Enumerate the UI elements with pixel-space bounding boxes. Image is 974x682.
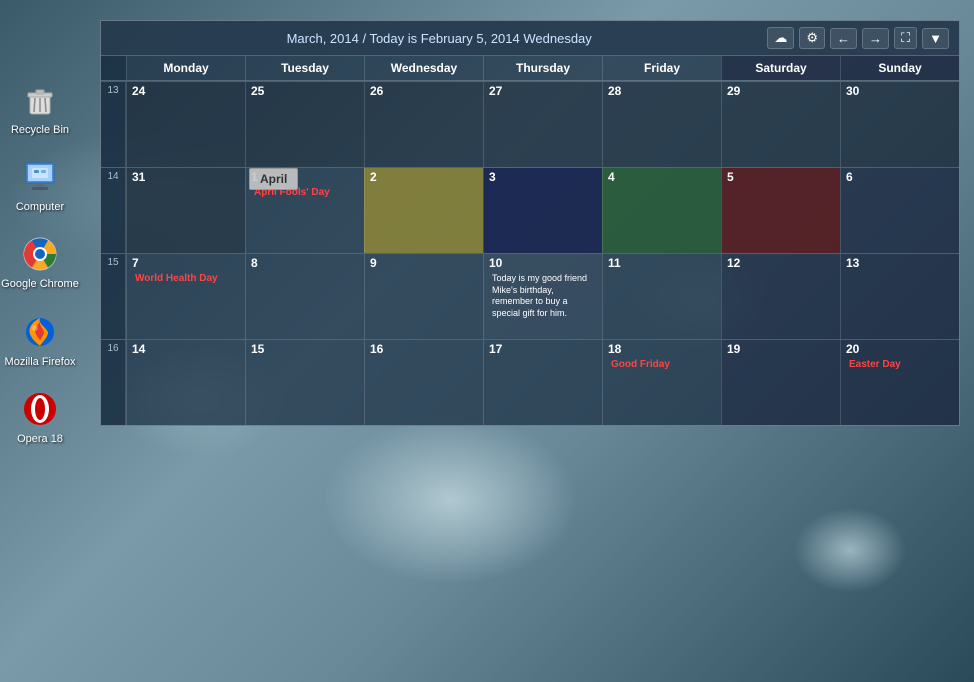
- april-month-popup: April: [249, 168, 298, 190]
- event-mike-birthday[interactable]: Today is my good friend Mike's birthday,…: [489, 272, 597, 321]
- menu-button[interactable]: ▼: [922, 28, 949, 49]
- settings-button[interactable]: ⚙: [799, 27, 825, 49]
- google-chrome-label: Google Chrome: [1, 278, 79, 291]
- calendar-header: March, 2014 / Today is February 5, 2014 …: [101, 21, 959, 56]
- week-num-16: 16: [101, 340, 126, 425]
- desktop-icons-container: Recycle Bin Computer: [0, 60, 80, 446]
- event-easter-day[interactable]: Easter Day: [846, 358, 954, 371]
- calendar-title: March, 2014 / Today is February 5, 2014 …: [111, 31, 767, 46]
- google-chrome-icon[interactable]: Google Chrome: [1, 234, 79, 291]
- week-num-header: [101, 56, 126, 80]
- cal-cell-apr9[interactable]: 9: [364, 254, 483, 339]
- week-num-13: 13: [101, 82, 126, 167]
- cal-cell-apr2[interactable]: 2: [364, 168, 483, 253]
- recycle-bin-label: Recycle Bin: [11, 124, 69, 137]
- calendar-controls: ☁ ⚙ ← → ⛶ ▼: [767, 27, 949, 49]
- next-button[interactable]: →: [862, 28, 889, 49]
- cal-cell-apr15[interactable]: 15: [245, 340, 364, 425]
- cal-cell-feb30[interactable]: 30: [840, 82, 959, 167]
- recycle-bin-icon[interactable]: Recycle Bin: [11, 80, 69, 137]
- day-header-wednesday: Wednesday: [364, 56, 483, 80]
- computer-label: Computer: [16, 201, 64, 214]
- day-header-sunday: Sunday: [840, 56, 959, 80]
- cal-cell-apr6[interactable]: 6: [840, 168, 959, 253]
- cal-cell-apr7[interactable]: 7 World Health Day: [126, 254, 245, 339]
- calendar-row-week14: April 14 31 1 April Fools' Day 2 3 4 5 6: [101, 167, 959, 253]
- cal-cell-apr18[interactable]: 18 Good Friday: [602, 340, 721, 425]
- calendar-grid: 13 24 25 26 27 28 29 30 April 14 31 1 Ap…: [101, 81, 959, 425]
- mozilla-firefox-icon[interactable]: Mozilla Firefox: [5, 312, 76, 369]
- cal-cell-apr5[interactable]: 5: [721, 168, 840, 253]
- cal-cell-feb27[interactable]: 27: [483, 82, 602, 167]
- expand-button[interactable]: ⛶: [894, 27, 917, 49]
- cal-cell-feb28[interactable]: 28: [602, 82, 721, 167]
- event-world-health-day[interactable]: World Health Day: [132, 272, 240, 285]
- cloud-button[interactable]: ☁: [767, 27, 794, 49]
- day-header-monday: Monday: [126, 56, 245, 80]
- cal-cell-apr16[interactable]: 16: [364, 340, 483, 425]
- cal-cell-feb26[interactable]: 26: [364, 82, 483, 167]
- cal-cell-feb29[interactable]: 29: [721, 82, 840, 167]
- opera-18-label: Opera 18: [17, 433, 63, 446]
- cal-cell-apr11[interactable]: 11: [602, 254, 721, 339]
- day-header-saturday: Saturday: [721, 56, 840, 80]
- cal-cell-apr19[interactable]: 19: [721, 340, 840, 425]
- cal-cell-apr12[interactable]: 12: [721, 254, 840, 339]
- prev-button[interactable]: ←: [830, 28, 857, 49]
- calendar-row-week15: 15 7 World Health Day 8 9 10 Today is my…: [101, 253, 959, 339]
- cal-cell-apr3[interactable]: 3: [483, 168, 602, 253]
- opera-18-icon[interactable]: Opera 18: [17, 389, 63, 446]
- cal-cell-apr17[interactable]: 17: [483, 340, 602, 425]
- cal-cell-apr20[interactable]: 20 Easter Day: [840, 340, 959, 425]
- calendar-row-week13: 13 24 25 26 27 28 29 30: [101, 81, 959, 167]
- cal-cell-feb25[interactable]: 25: [245, 82, 364, 167]
- cal-cell-apr10[interactable]: 10 Today is my good friend Mike's birthd…: [483, 254, 602, 339]
- cal-cell-apr8[interactable]: 8: [245, 254, 364, 339]
- cal-cell-apr13[interactable]: 13: [840, 254, 959, 339]
- computer-desktop-icon[interactable]: Computer: [16, 157, 64, 214]
- calendar-day-headers: Monday Tuesday Wednesday Thursday Friday…: [101, 56, 959, 81]
- calendar-row-week16: 16 14 15 16 17 18 Good Friday 19 20 East…: [101, 339, 959, 425]
- week-num-15: 15: [101, 254, 126, 339]
- week-num-14: 14: [101, 168, 126, 253]
- event-good-friday[interactable]: Good Friday: [608, 358, 716, 371]
- day-header-tuesday: Tuesday: [245, 56, 364, 80]
- day-header-friday: Friday: [602, 56, 721, 80]
- cal-cell-apr14[interactable]: 14: [126, 340, 245, 425]
- calendar-widget: March, 2014 / Today is February 5, 2014 …: [100, 20, 960, 426]
- mozilla-firefox-label: Mozilla Firefox: [5, 356, 76, 369]
- cal-cell-feb24[interactable]: 24: [126, 82, 245, 167]
- day-header-thursday: Thursday: [483, 56, 602, 80]
- cal-cell-mar31[interactable]: 31: [126, 168, 245, 253]
- cal-cell-apr4[interactable]: 4: [602, 168, 721, 253]
